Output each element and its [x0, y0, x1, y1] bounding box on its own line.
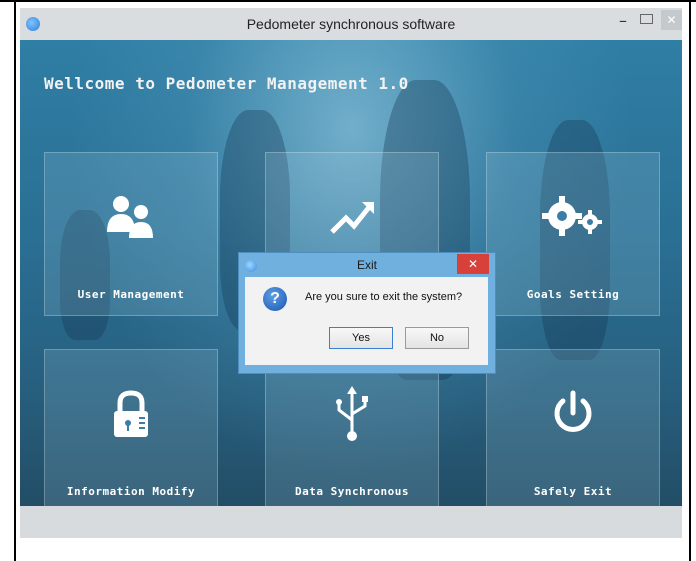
no-button[interactable]: No	[405, 327, 469, 349]
tile-goals-setting[interactable]: Goals Setting	[486, 152, 660, 316]
lock-icon	[45, 382, 217, 446]
dialog-body: ? Are you sure to exit the system? Yes N…	[245, 277, 488, 365]
minimize-button[interactable]: –	[616, 13, 630, 30]
title-bar[interactable]: Pedometer synchronous software – ✕	[20, 8, 682, 40]
tile-label: Information Modify	[66, 485, 196, 498]
question-icon: ?	[263, 287, 287, 311]
yes-button[interactable]: Yes	[329, 327, 393, 349]
app-window: Pedometer synchronous software – ✕ Wellc…	[20, 8, 682, 538]
tile-label: User Management	[77, 288, 185, 301]
usb-icon	[266, 382, 438, 446]
tile-information-modify[interactable]: Information Modify	[44, 349, 218, 513]
outer-frame-right	[689, 0, 691, 561]
maximize-button[interactable]	[640, 14, 653, 24]
outer-frame-top	[0, 0, 696, 2]
welcome-heading: Wellcome to Pedometer Management 1.0	[44, 74, 409, 93]
main-content: Wellcome to Pedometer Management 1.0 Use…	[20, 40, 682, 538]
dialog-close-button[interactable]: ✕	[457, 254, 489, 274]
tile-label: Goals Setting	[526, 288, 620, 301]
outer-frame-left	[14, 0, 16, 561]
gears-icon	[487, 185, 659, 249]
tile-label: Data Synchronous	[295, 485, 409, 498]
tile-safely-exit[interactable]: Safely Exit	[486, 349, 660, 513]
power-icon	[487, 382, 659, 446]
dialog-message: Are you sure to exit the system?	[305, 291, 463, 303]
users-icon	[45, 185, 217, 249]
chart-trend-icon	[266, 185, 438, 249]
tile-user-management[interactable]: User Management	[44, 152, 218, 316]
close-button[interactable]: ✕	[661, 10, 682, 30]
tile-label: Safely Exit	[533, 485, 613, 498]
bottom-strip	[20, 506, 682, 538]
window-title: Pedometer synchronous software	[246, 16, 456, 32]
exit-dialog: Exit ✕ ? Are you sure to exit the system…	[238, 252, 496, 374]
